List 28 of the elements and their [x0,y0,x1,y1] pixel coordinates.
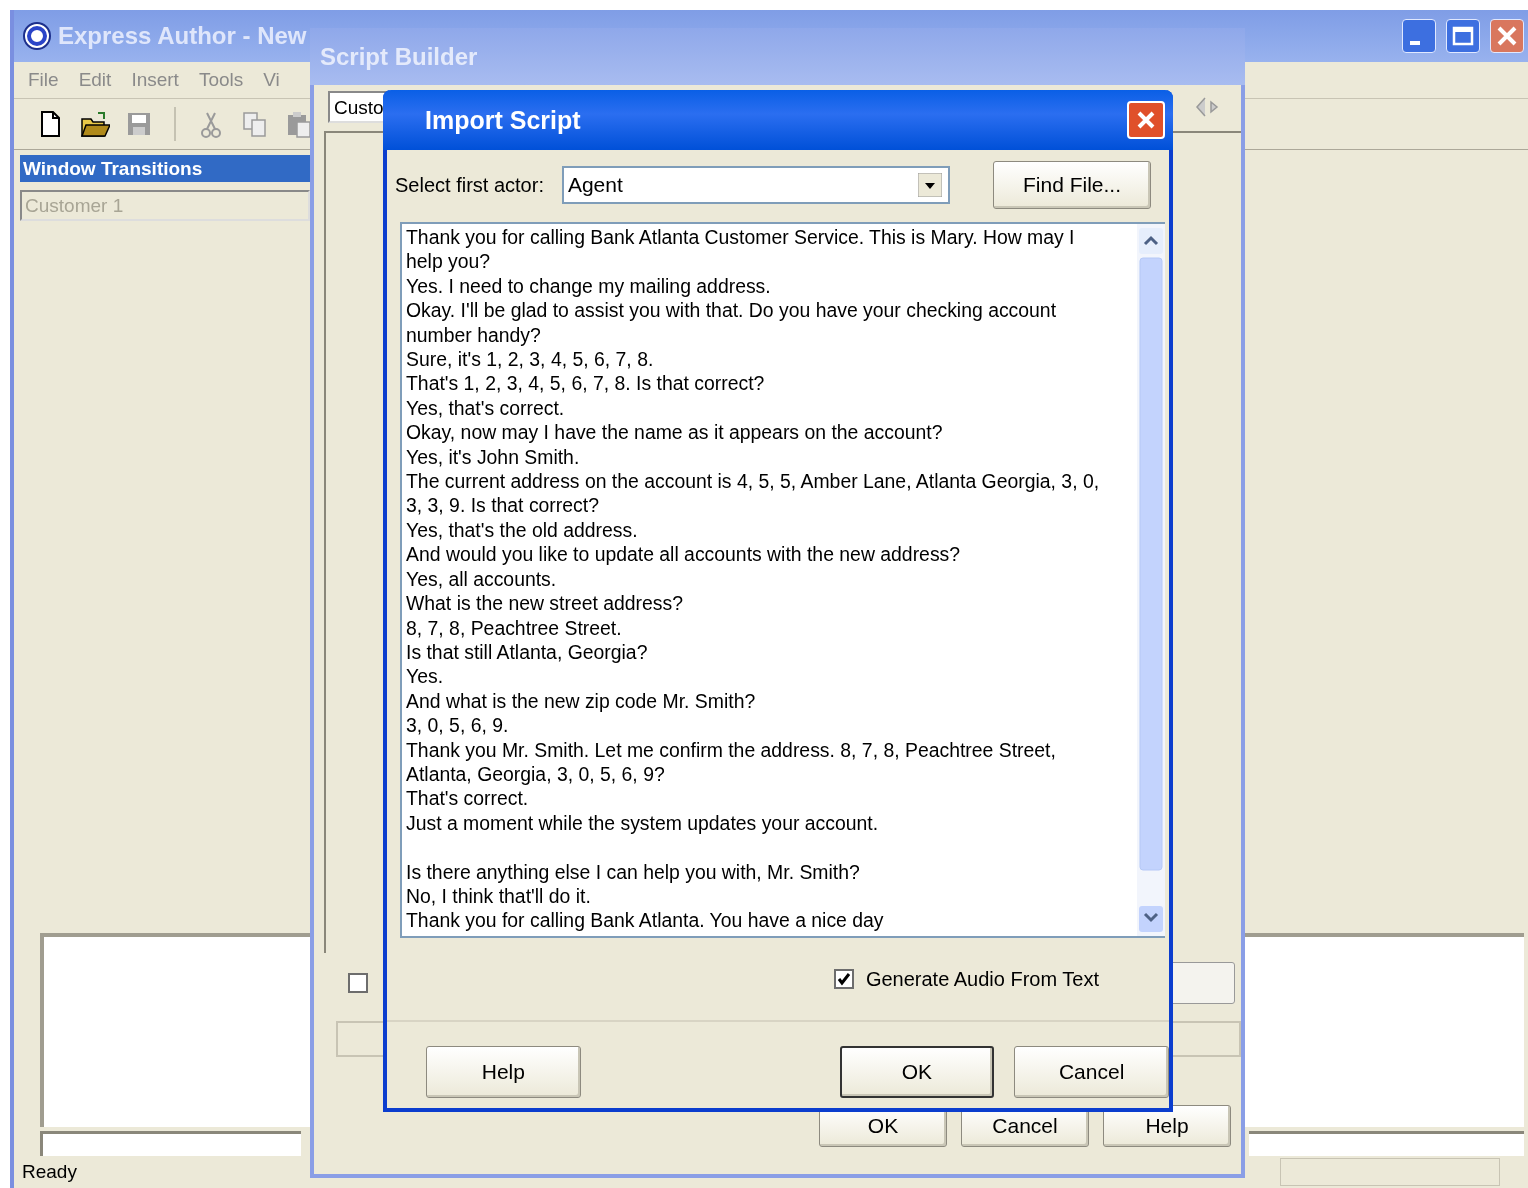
input-field[interactable] [40,1131,301,1156]
dialog-button[interactable]: Help [1103,1105,1231,1147]
minimize-icon [1410,41,1420,45]
find-file-button[interactable]: Find File... [993,161,1151,209]
checkbox-label: Generate Audio From Text [865,967,1099,991]
dialog-button[interactable]: Help [426,1046,581,1098]
dropdown-arrow-icon [917,173,942,197]
actor-label: Select first actor: [395,173,544,197]
actor-dropdown[interactable]: Agent [561,166,950,204]
checkbox[interactable] [348,973,368,993]
checkbox[interactable] [833,969,854,989]
close-icon [1135,109,1157,131]
minimize-button[interactable] [1402,19,1436,53]
panel-item[interactable]: Window Transitions [20,155,310,182]
open-icon[interactable] [80,109,110,139]
dialog-button[interactable]: OK [839,1046,995,1098]
close-icon [1496,25,1518,47]
scrollbar[interactable] [1137,224,1165,936]
app-logo-icon [22,21,52,51]
window-title: Express Author - New [58,22,307,50]
close-button[interactable] [1490,19,1524,53]
dialog-title: Import Script [425,105,581,135]
status-text: Ready [22,1161,77,1183]
maximize-button[interactable] [1446,19,1480,53]
dialog-button[interactable]: Cancel [1014,1046,1169,1098]
input-field[interactable] [1249,1131,1524,1156]
maximize-icon [1452,26,1474,46]
window-title: Script Builder [320,42,478,71]
